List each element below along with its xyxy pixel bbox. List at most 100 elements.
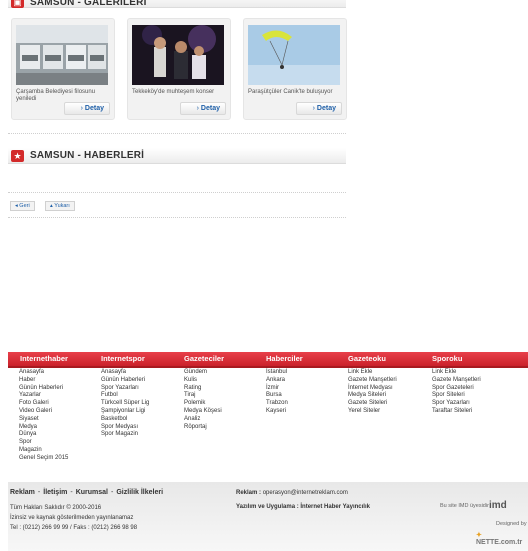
footer-link[interactable]: Spor Yazarları [101, 385, 149, 393]
gallery-photo-concert[interactable] [132, 25, 224, 85]
detay-button[interactable]: › Detay [296, 102, 342, 115]
footer-link[interactable]: Spor Magazin [101, 431, 149, 439]
footer-link[interactable]: Kayseri [266, 408, 288, 416]
footer-link[interactable]: İstanbul [266, 369, 288, 377]
footer-link[interactable]: Basketbol [101, 416, 149, 424]
gallery: Çarşamba Belediyesi filosunu yeniledi › D… [11, 18, 347, 120]
footer-link[interactable]: Analiz [184, 416, 222, 424]
gallery-section-title: SAMSUN - GALERİLERİ [30, 0, 147, 8]
footer-col-title[interactable]: Internethaber [20, 354, 68, 363]
iletisim-link[interactable]: İletişim [43, 489, 67, 496]
section-icon: ▣ [11, 0, 24, 8]
gallery-photo-paragliding[interactable] [248, 25, 340, 85]
gallery-card[interactable]: Tekkeköy'de muhteşem konser › Detay [127, 18, 231, 120]
footer-link[interactable]: Foto Galeri [19, 400, 68, 408]
gallery-caption[interactable]: Çarşamba Belediyesi filosunu yeniledi [16, 89, 110, 103]
footer-link[interactable]: Röportaj [184, 424, 222, 432]
footer-link[interactable]: Ankara [266, 377, 288, 385]
gallery-section-header: ▣ SAMSUN - GALERİLERİ [8, 0, 346, 8]
footer-link[interactable]: Gazete Manşetleri [432, 377, 481, 385]
kurumsal-link[interactable]: Kurumsal [76, 489, 108, 496]
footer-link[interactable]: Futbol [101, 392, 149, 400]
imd-logo[interactable]: imd [489, 500, 507, 511]
gizlilik-link[interactable]: Gizlilik İlkeleri [116, 489, 163, 496]
reklam-link[interactable]: Reklam [10, 489, 35, 496]
footer-link[interactable]: Spor Siteleri [432, 392, 481, 400]
footer-link[interactable]: Spor Gazeteleri [432, 385, 481, 393]
footer-link[interactable]: Spor Yazarları [432, 400, 481, 408]
izinsiz-text: İzinsiz ve kaynak gösterilmeden yayınlan… [10, 515, 134, 521]
gallery-caption[interactable]: Tekkeköy'de muhteşem konser [132, 89, 226, 96]
footer-link[interactable]: İnternet Medyası [348, 385, 397, 393]
footer-link[interactable]: Dünya [19, 431, 68, 439]
footer-link[interactable]: Yerel Siteler [348, 408, 397, 416]
designed-by-text: Designed by [496, 521, 527, 527]
back-button[interactable]: ◂ Geri [10, 201, 35, 211]
divider [8, 192, 346, 193]
footer-link[interactable]: Medya [19, 424, 68, 432]
footer-column-internetspor: Anasayfa Günün Haberleri Spor Yazarları … [101, 369, 149, 439]
news-section-header: ★ SAMSUN - HABERLERİ [8, 148, 346, 164]
footer-link[interactable]: Taraftar Siteleri [432, 408, 481, 416]
footer-link[interactable]: Gazete Manşetleri [348, 377, 397, 385]
star-icon: ★ [11, 150, 24, 162]
imd-text: Bu site IMD üyesidir [440, 503, 489, 509]
footer-col-title[interactable]: Gazeteciler [184, 354, 224, 363]
footer-link[interactable]: Yazarlar [19, 392, 68, 400]
footer-link[interactable]: Siyaset [19, 416, 68, 424]
footer-link[interactable]: Video Galeri [19, 408, 68, 416]
footer-link[interactable]: Magazin [19, 447, 68, 455]
arrow-icon: › [312, 105, 315, 112]
footer-link[interactable]: Spor [19, 439, 68, 447]
reklam-label: Reklam : [236, 490, 262, 496]
footer-col-title[interactable]: Haberciler [266, 354, 303, 363]
footer-link[interactable]: Link Ekle [348, 369, 397, 377]
footer-link[interactable]: Haber [19, 377, 68, 385]
divider [8, 217, 346, 218]
footer-link[interactable]: Gazete Siteleri [348, 400, 397, 408]
footer-link[interactable]: Günün Haberleri [101, 377, 149, 385]
footer-link[interactable]: Link Ekle [432, 369, 481, 377]
divider [8, 133, 346, 134]
footer-link[interactable]: Trabzon [266, 400, 288, 408]
footer-link[interactable]: Medya Siteleri [348, 392, 397, 400]
up-button[interactable]: ▴ Yukarı [45, 201, 75, 211]
reklam-contact: Reklam : operasyon@internetreklam.com [236, 490, 348, 496]
detay-button[interactable]: › Detay [64, 102, 110, 115]
yazilim-text: Yazılım ve Uygulama : İnternet Haber Yay… [236, 504, 370, 510]
footer-link[interactable]: Polemik [184, 400, 222, 408]
footer-link[interactable]: Gündem [184, 369, 222, 377]
footer-column-gazeteciler: Gündem Kulis Rating Tiraj Polemik Medya … [184, 369, 222, 431]
footer-link[interactable]: Genel Seçim 2015 [19, 455, 68, 463]
footer-link[interactable]: Rating [184, 385, 222, 393]
detay-button[interactable]: › Detay [180, 102, 226, 115]
gallery-card[interactable]: Paraşütçüler Canik'te buluşuyor › Detay [243, 18, 347, 120]
gallery-caption[interactable]: Paraşütçüler Canik'te buluşuyor [248, 89, 342, 96]
arrow-icon: › [196, 105, 199, 112]
footer-column-gazeteoku: Link Ekle Gazete Manşetleri İnternet Med… [348, 369, 397, 416]
footer-col-title[interactable]: Sporoku [432, 354, 462, 363]
gallery-card[interactable]: Çarşamba Belediyesi filosunu yeniledi › D… [11, 18, 115, 120]
footer-link[interactable]: Türkcell Süper Lig [101, 400, 149, 408]
footer-link[interactable]: Anasayfa [19, 369, 68, 377]
gallery-photo-trucks[interactable] [16, 25, 108, 85]
footer-link[interactable]: Şampiyonlar Ligi [101, 408, 149, 416]
reklam-email[interactable]: operasyon@internetreklam.com [263, 490, 348, 496]
footer-column-sporoku: Link Ekle Gazete Manşetleri Spor Gazetel… [432, 369, 481, 416]
star-icon: ✦ [476, 532, 482, 539]
footer-col-title[interactable]: Internetspor [101, 354, 145, 363]
footer-link[interactable]: Kulis [184, 377, 222, 385]
footer-link[interactable]: Spor Medyası [101, 424, 149, 432]
nette-logo[interactable]: ✦ NETTE.com.tr [476, 531, 528, 546]
footer-link[interactable]: Günün Haberleri [19, 385, 68, 393]
footer-link[interactable]: İzmir [266, 385, 288, 393]
footer-bar-shadow [8, 366, 528, 368]
footer-nav-bar: Internethaber Internetspor Gazeteciler H… [8, 352, 528, 368]
footer-link[interactable]: Anasayfa [101, 369, 149, 377]
footer-links-row: Reklam - İletişim - Kurumsal - Gizlilik İlkele… [10, 489, 164, 496]
footer-col-title[interactable]: Gazeteoku [348, 354, 386, 363]
footer-link[interactable]: Tiraj [184, 392, 222, 400]
footer-link[interactable]: Medya Köşesi [184, 408, 222, 416]
news-section-title: SAMSUN - HABERLERİ [30, 150, 145, 161]
footer-link[interactable]: Bursa [266, 392, 288, 400]
